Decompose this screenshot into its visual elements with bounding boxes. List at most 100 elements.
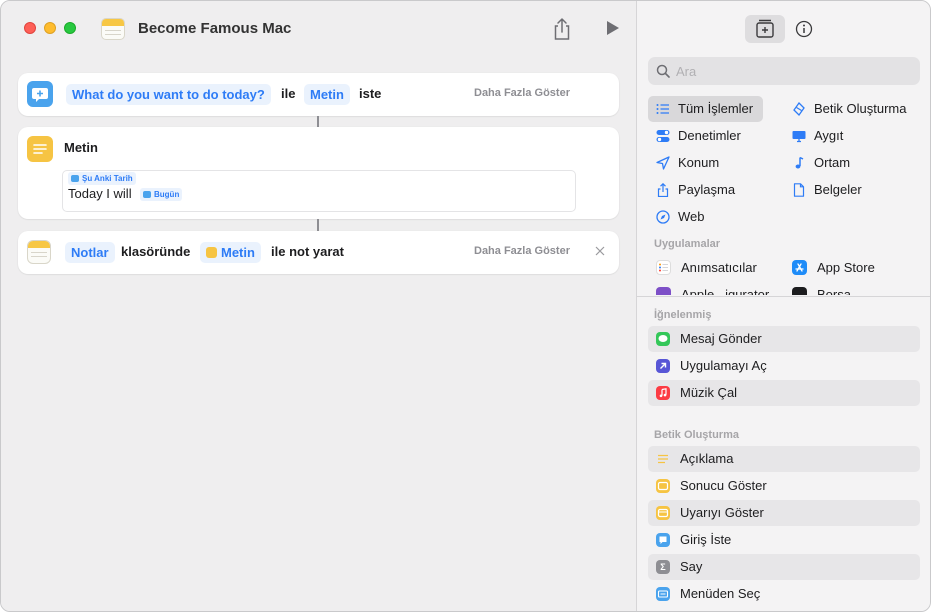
category-controls[interactable]: Denetimler [648,123,763,149]
music-note-icon [795,156,804,169]
search-icon [656,64,670,78]
search-placeholder: Ara [676,64,697,79]
action-show-result[interactable]: Sonucu Göster [648,473,920,499]
action-label: Giriş İste [680,532,732,547]
app-app-store[interactable]: App Store [792,256,912,280]
folder-suffix-label: klasöründe [121,244,191,259]
apps-section-label: Uygulamalar [654,238,721,250]
input-variable-icon [143,191,151,198]
show-more-button[interactable]: Daha Fazla Göster [474,245,570,257]
category-media[interactable]: Ortam [784,150,924,176]
today-label: Bugün [154,190,180,199]
category-sharing[interactable]: Paylaşma [648,177,763,203]
action-label: Sonucu Göster [680,478,767,493]
action-label: Say [680,559,703,574]
remove-action-button[interactable] [594,245,606,257]
action-label: Uyarıyı Göster [680,505,764,520]
current-date-token[interactable]: Şu Anki Tarih [68,172,136,185]
search-field[interactable]: Ara [648,57,920,85]
action-connector [317,116,319,127]
text-content: Today I will [68,186,132,201]
category-device[interactable]: Aygıt [784,123,924,149]
list-icon [656,104,669,114]
shortcut-icon[interactable] [101,18,125,40]
action-ask-for-input[interactable]: What do you want to do today? ile Metin … [18,73,619,116]
category-label: Tüm İşlemler [678,101,754,116]
app-label: Anımsatıcılar [681,260,757,275]
pinned-play-music[interactable]: Müzik Çal [648,380,920,406]
stocks-icon [792,287,807,295]
minimize-window-button[interactable] [44,22,56,34]
reminders-icon [656,260,671,275]
app-stocks[interactable]: Borsa [792,283,912,295]
show-more-button[interactable]: Daha Fazla Göster [474,87,570,99]
category-label: Betik Oluşturma [814,101,907,116]
toggle-icon [656,130,670,142]
category-scripting[interactable]: Betik Oluşturma [784,96,924,122]
action-heading: Metin [64,140,98,155]
category-web[interactable]: Web [648,204,763,230]
category-label: Ortam [814,155,851,170]
text-variable-icon [206,247,217,258]
category-documents[interactable]: Belgeler [784,177,924,203]
action-library-button[interactable] [745,15,785,43]
category-all-actions[interactable]: Tüm İşlemler [648,96,763,122]
shortcut-editor: Become Famous Mac What do you want to do… [1,1,636,611]
input-type-token[interactable]: Metin [304,84,350,105]
details-button[interactable] [795,20,813,38]
verb-label: ile not yarat [271,244,344,259]
action-comment[interactable]: Açıklama [648,446,920,472]
app-label: Apple...igurator [681,287,770,295]
today-token[interactable]: Bugün [140,188,183,201]
alert-icon [656,506,670,520]
play-icon [607,21,619,35]
info-icon [795,20,813,38]
category-label: Denetimler [678,128,741,143]
prompt-token[interactable]: What do you want to do today? [66,84,271,105]
folder-token[interactable]: Notlar [65,242,115,263]
apps-list: Anımsatıcılar App Store Apple...igurator… [637,253,930,295]
pinned-send-message[interactable]: Mesaj Gönder [648,326,920,352]
app-store-icon [792,260,807,275]
section-divider [637,296,930,297]
action-create-note[interactable]: Notlar klasöründe Metin ile not yarat Da… [18,231,619,274]
current-date-label: Şu Anki Tarih [82,174,133,183]
app-reminders[interactable]: Anımsatıcılar [656,256,776,280]
calendar-icon [71,175,79,182]
show-result-icon [656,479,670,493]
action-label: Açıklama [680,451,734,466]
scripting-section-label: Betik Oluşturma [654,429,739,441]
count-icon: Σ [656,560,670,574]
ask-input-icon [656,533,670,547]
zoom-window-button[interactable] [64,22,76,34]
verb-label: iste [359,86,382,101]
action-text[interactable]: Metin Şu Anki Tarih Today I will Bugün [18,127,619,219]
shortcut-title[interactable]: Become Famous Mac [138,20,291,37]
action-count[interactable]: Σ Say [648,554,920,580]
action-label: Mesaj Gönder [680,331,762,346]
share-icon [554,18,570,40]
action-show-alert[interactable]: Uyarıyı Göster [648,500,920,526]
connector-label: ile [281,86,296,101]
close-window-button[interactable] [24,22,36,34]
category-label: Aygıt [814,128,844,143]
app-configurator[interactable]: Apple...igurator [656,283,776,295]
text-field[interactable]: Şu Anki Tarih Today I will Bugün [62,170,576,212]
ask-input-icon [27,81,53,107]
close-icon [595,246,605,256]
category-label: Konum [678,155,720,170]
note-content-token[interactable]: Metin [200,242,261,263]
category-label: Belgeler [814,182,862,197]
action-ask-for-input[interactable]: Giriş İste [648,527,920,553]
share-button[interactable] [551,17,573,41]
action-choose-from-menu[interactable]: Menüden Seç [648,581,920,607]
action-library-sidebar: Ara Tüm İşlemler Denetimler Konum Paylaş… [636,1,930,611]
action-label: Uygulamayı Aç [680,358,767,373]
share-icon [657,183,669,197]
category-label: Web [678,209,705,224]
category-location[interactable]: Konum [648,150,763,176]
notes-app-icon [27,240,51,264]
run-button[interactable] [605,19,621,37]
action-connector [317,219,319,231]
pinned-open-app[interactable]: Uygulamayı Aç [648,353,920,379]
